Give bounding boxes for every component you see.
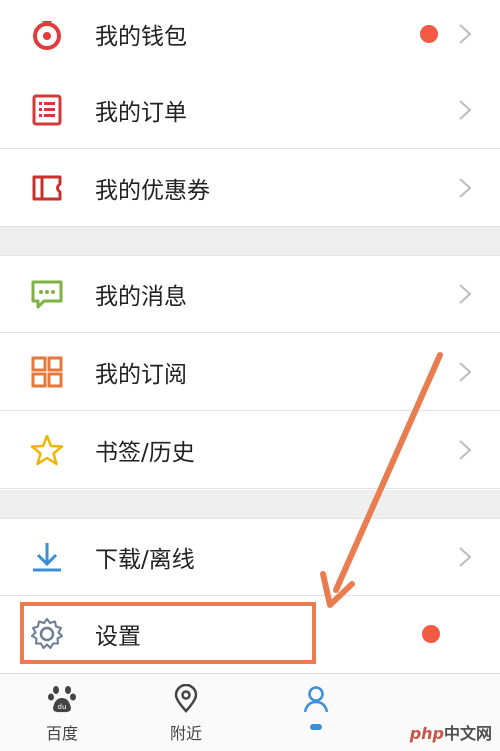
chevron-right-icon (459, 24, 472, 44)
tab-label: 附近 (169, 724, 202, 743)
grid-icon (31, 356, 63, 388)
menu-item-coupons[interactable]: 我的优惠券 (0, 150, 500, 227)
tab-me[interactable] (256, 674, 376, 751)
menu-item-label: 书签/历史 (95, 440, 195, 466)
menu-item-label: 我的消息 (95, 284, 187, 310)
chevron-right-icon (459, 284, 472, 304)
menu-item-label: 我的钱包 (95, 24, 187, 50)
section-divider (0, 227, 500, 256)
star-icon (30, 434, 64, 466)
baidu-paw-icon: du (48, 686, 76, 713)
chevron-right-icon (459, 178, 472, 198)
chevron-right-icon (459, 362, 472, 382)
menu-item-label: 我的订单 (95, 100, 187, 126)
chevron-right-icon (459, 440, 472, 460)
download-icon (33, 543, 61, 572)
tab-nearby[interactable]: 附近 (126, 674, 246, 751)
message-bubble-icon (31, 280, 63, 309)
menu-item-subscriptions[interactable]: 我的订阅 (0, 334, 500, 411)
notification-dot (422, 625, 440, 643)
tab-label: 百度 (45, 724, 78, 743)
chevron-right-icon (459, 547, 472, 567)
active-tab-indicator (310, 724, 322, 730)
menu-item-label: 我的优惠券 (95, 178, 210, 204)
menu-item-orders[interactable]: 我的订单 (0, 72, 500, 149)
watermark: php中文网 (409, 724, 492, 743)
person-icon (303, 686, 329, 713)
tab-home[interactable]: du 百度 (2, 674, 122, 751)
chevron-right-icon (459, 100, 472, 120)
menu-item-messages[interactable]: 我的消息 (0, 256, 500, 333)
menu-item-label: 我的订阅 (95, 362, 187, 388)
svg-text:du: du (58, 703, 67, 711)
wallet-icon (33, 21, 61, 50)
menu-item-label: 下载/离线 (95, 547, 195, 573)
settings-highlight-box (20, 602, 316, 664)
notification-dot (420, 25, 438, 43)
menu-item-downloads[interactable]: 下载/离线 (0, 519, 500, 596)
location-pin-icon (174, 684, 198, 713)
menu-item-bookmarks[interactable]: 书签/历史 (0, 412, 500, 489)
menu-item-wallet[interactable]: 我的钱包 (0, 0, 500, 73)
coupon-icon (32, 175, 62, 201)
order-list-icon (32, 94, 62, 126)
section-divider (0, 490, 500, 519)
